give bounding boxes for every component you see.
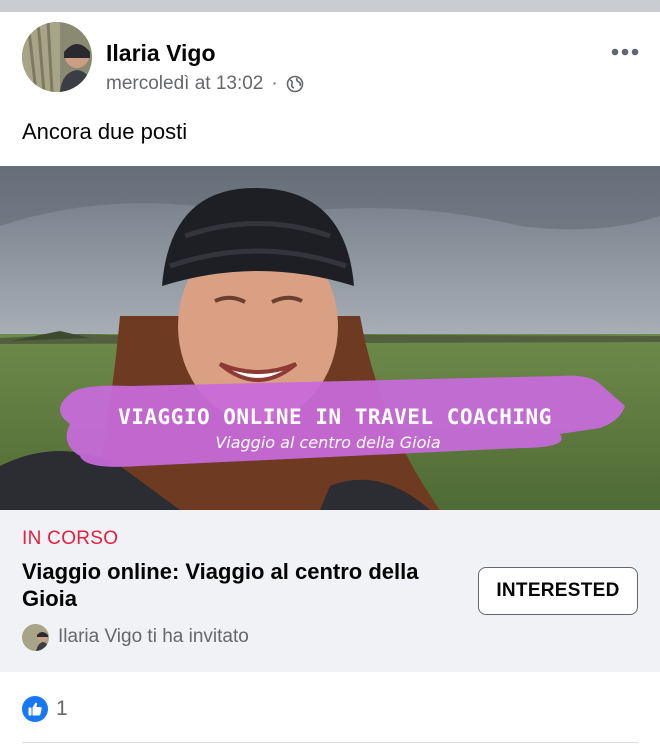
- event-status: IN CORSO: [22, 528, 119, 549]
- author-avatar[interactable]: [22, 22, 92, 92]
- post-text: Ancora due posti: [22, 119, 188, 144]
- top-bar: [0, 0, 660, 12]
- event-cover-photo[interactable]: VIAGGIO ONLINE IN TRAVEL COACHING Viaggi…: [0, 166, 660, 510]
- author-name[interactable]: Ilaria Vigo: [106, 40, 216, 66]
- more-options-icon[interactable]: [610, 45, 640, 59]
- divider: [22, 742, 638, 743]
- post-timestamp[interactable]: mercoledì at 13:02: [106, 73, 263, 95]
- invite-text: Ilaria Vigo ti ha invitato: [58, 626, 249, 647]
- like-icon[interactable]: [22, 696, 48, 722]
- meta-separator: ·: [271, 73, 278, 94]
- banner-title: VIAGGIO ONLINE IN TRAVEL COACHING: [118, 405, 552, 429]
- post-meta: mercoledì at 13:02 ·: [106, 73, 304, 95]
- post-header: [0, 12, 660, 112]
- like-count[interactable]: 1: [56, 697, 68, 721]
- inviter-avatar: [22, 624, 49, 651]
- event-title[interactable]: Viaggio online: Viaggio al centro della …: [22, 558, 442, 612]
- banner-subtitle: Viaggio al centro della Gioia: [215, 433, 440, 452]
- globe-icon: [286, 75, 304, 93]
- interested-button[interactable]: INTERESTED: [478, 567, 638, 615]
